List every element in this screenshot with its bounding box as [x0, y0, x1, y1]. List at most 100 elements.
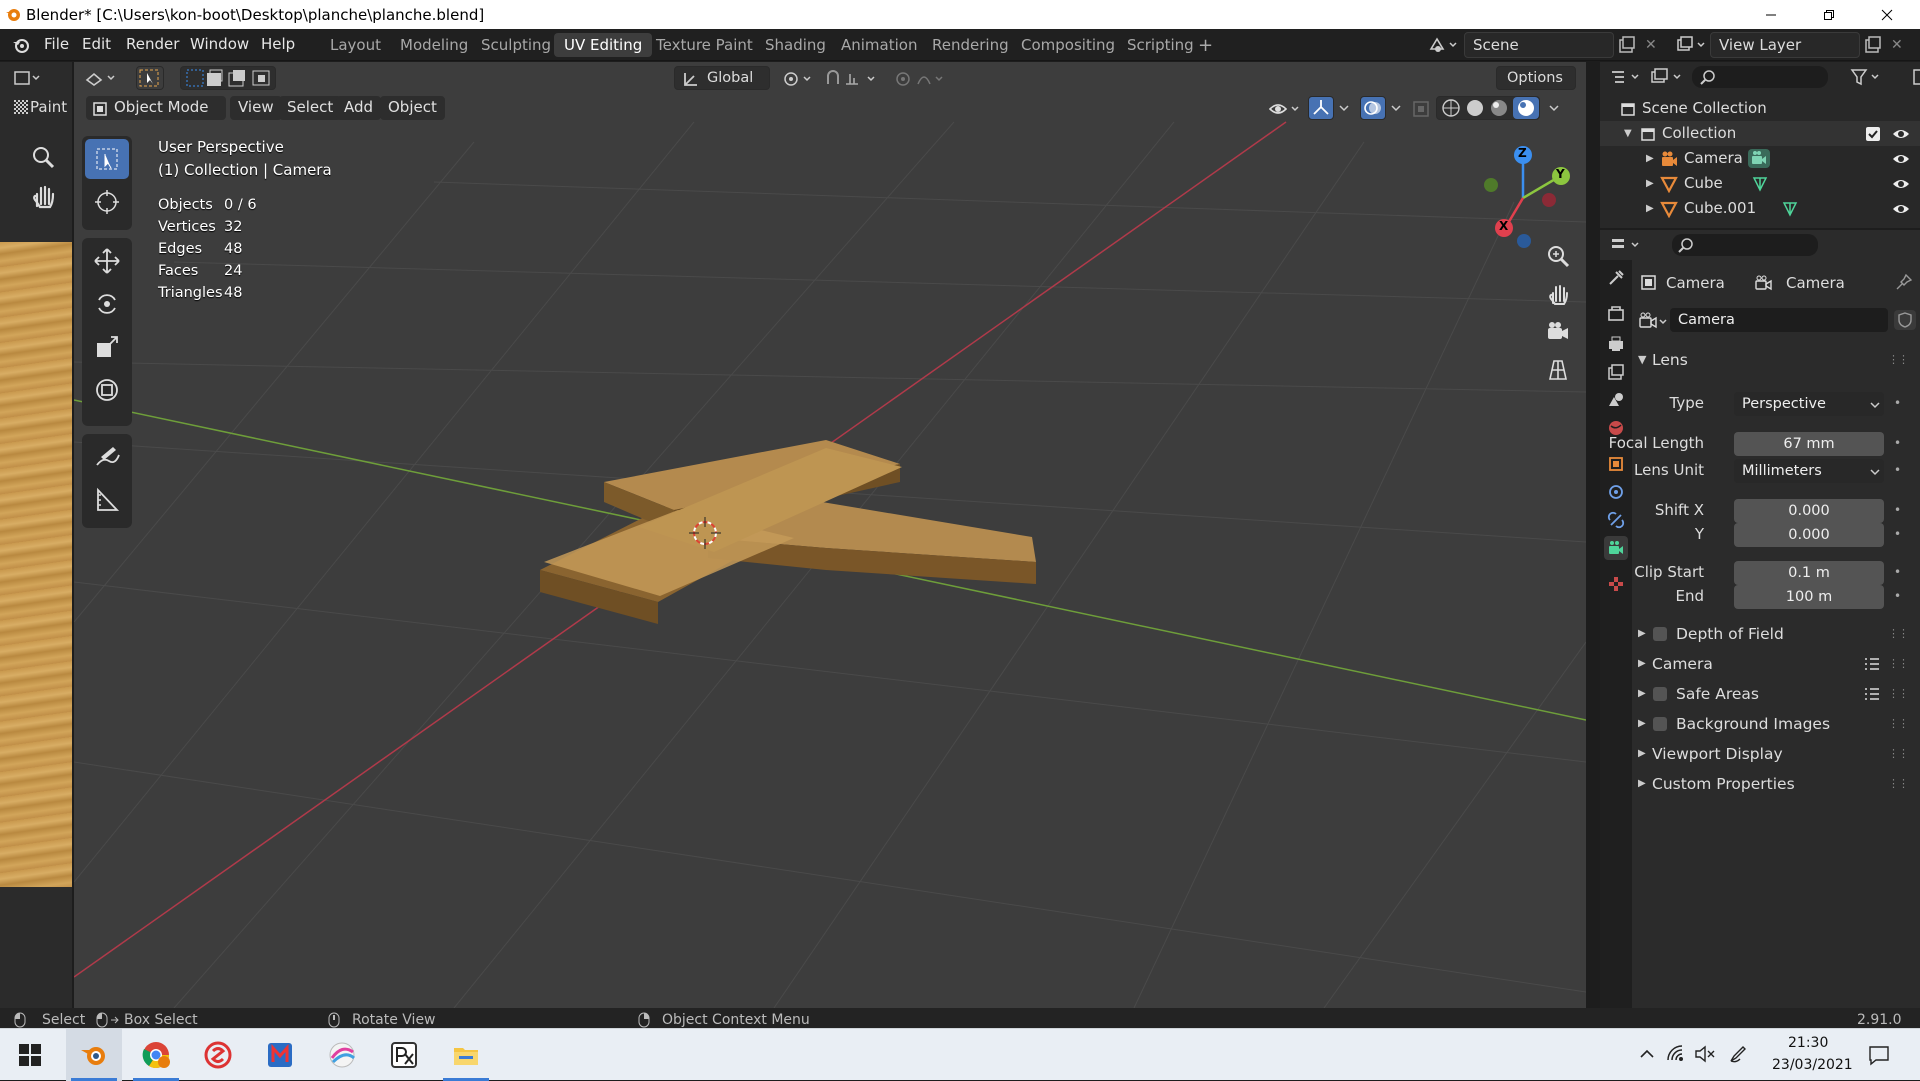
scene-icon[interactable]	[1428, 35, 1458, 55]
keyframe-dot-icon[interactable]: •	[1894, 503, 1901, 517]
drag-handle-icon[interactable]: ⋮⋮	[1888, 651, 1909, 677]
delete-scene-icon[interactable]: ✕	[1645, 37, 1657, 53]
gizmo-dropdown-icon[interactable]	[1338, 102, 1350, 114]
drag-handle-icon[interactable]: ⋮⋮	[1888, 771, 1909, 797]
drag-handle-icon[interactable]: ⋮⋮	[1888, 711, 1909, 737]
expand-arrow-icon[interactable]: ▶	[1646, 171, 1654, 196]
pin-icon[interactable]	[1896, 274, 1912, 290]
clock-date[interactable]: 23/03/2021	[1772, 1057, 1853, 1073]
menu-object[interactable]: Object	[380, 96, 445, 120]
physics-tab-icon[interactable]	[1604, 480, 1628, 504]
drag-handle-icon[interactable]: ⋮⋮	[1888, 347, 1909, 373]
pen-icon[interactable]	[1728, 1044, 1748, 1064]
visibility-eye-icon[interactable]	[1268, 99, 1302, 119]
outliner-search-input[interactable]	[1692, 66, 1828, 88]
drag-handle-icon[interactable]: ⋮⋮	[1888, 681, 1909, 707]
visibility-eye-icon[interactable]	[1892, 152, 1910, 166]
scale-tool[interactable]	[85, 327, 129, 367]
expand-arrow-icon[interactable]: ▶	[1646, 146, 1654, 171]
options-dropdown[interactable]: Options	[1496, 66, 1576, 90]
new-view-layer-icon[interactable]	[1864, 36, 1882, 54]
texture-tab-icon[interactable]	[1604, 572, 1628, 596]
taskbar-file-explorer-icon[interactable]	[438, 1029, 494, 1081]
paint-mode-icon[interactable]	[14, 100, 28, 114]
shading-mode-group[interactable]	[1436, 96, 1540, 120]
lens-unit-dropdown[interactable]: Millimeters	[1734, 459, 1884, 483]
tab-sculpting[interactable]: Sculpting	[471, 33, 561, 57]
pan-hand-icon[interactable]	[1540, 276, 1576, 312]
menu-window[interactable]: Window	[190, 35, 249, 53]
new-collection-icon[interactable]	[1912, 68, 1920, 86]
mesh-data-icon[interactable]	[1752, 175, 1768, 193]
tab-shading[interactable]: Shading	[755, 33, 836, 57]
datablock-browse-icon[interactable]	[1638, 310, 1670, 330]
menu-render[interactable]: Render	[126, 35, 179, 53]
mesh-data-icon[interactable]	[1782, 200, 1798, 218]
expand-arrow-icon[interactable]: ▶	[1646, 196, 1654, 221]
lens-type-dropdown[interactable]: Perspective	[1734, 392, 1884, 416]
pivot-point-icon[interactable]	[782, 70, 816, 88]
keyframe-dot-icon[interactable]: •	[1894, 527, 1901, 541]
tab-texture-paint[interactable]: Texture Paint	[646, 33, 763, 57]
rotate-tool[interactable]	[85, 284, 129, 324]
tab-animation[interactable]: Animation	[831, 33, 927, 57]
gizmo-toggle-button[interactable]	[1308, 96, 1334, 120]
paint-mode-label[interactable]: Paint	[30, 98, 67, 116]
proportional-edit-icon[interactable]	[894, 70, 944, 88]
menu-add[interactable]: Add	[336, 96, 382, 120]
scene-field[interactable]: Scene	[1464, 32, 1614, 58]
output-tab-icon[interactable]	[1604, 332, 1628, 356]
navigation-gizmo[interactable]: Z Y X	[1474, 142, 1584, 252]
keyframe-dot-icon[interactable]: •	[1894, 436, 1901, 450]
outliner-row-scene-collection[interactable]: Scene Collection	[1600, 96, 1920, 121]
tab-rendering[interactable]: Rendering	[922, 33, 1019, 57]
outliner-row-camera[interactable]: ▶ Camera	[1600, 146, 1920, 171]
tab-compositing[interactable]: Compositing	[1011, 33, 1125, 57]
shift-x-field[interactable]: 0.000	[1734, 499, 1884, 523]
taskbar-red-app-icon[interactable]	[190, 1029, 246, 1081]
properties-search-input[interactable]	[1672, 234, 1818, 256]
menu-file[interactable]: File	[44, 35, 69, 53]
clip-start-field[interactable]: 0.1 m	[1734, 561, 1884, 585]
transform-tool[interactable]	[85, 370, 129, 410]
background-images-panel[interactable]: ▶ Background Images ⋮⋮	[1636, 711, 1909, 737]
camera-datablock-field[interactable]: Camera	[1670, 308, 1888, 332]
panel-checkbox[interactable]	[1653, 627, 1667, 641]
tab-scripting[interactable]: Scripting	[1117, 33, 1204, 57]
pan-hand-icon[interactable]	[28, 180, 58, 210]
perspective-toggle-icon[interactable]	[1540, 352, 1576, 388]
lens-panel-header[interactable]: ▼ Lens ⋮⋮	[1636, 347, 1909, 373]
presets-list-icon[interactable]	[1864, 687, 1880, 701]
tweak-tool-button[interactable]	[136, 66, 164, 90]
restore-button[interactable]	[1800, 0, 1858, 29]
keyframe-dot-icon[interactable]: •	[1894, 463, 1901, 477]
constraints-tab-icon[interactable]	[1604, 508, 1628, 532]
view-layer-icon[interactable]	[1674, 35, 1706, 55]
panel-checkbox[interactable]	[1653, 687, 1667, 701]
tab-modeling[interactable]: Modeling	[390, 33, 478, 57]
editor-type-icon[interactable]	[84, 68, 118, 88]
scene-tab-icon[interactable]	[1604, 388, 1628, 412]
shading-dropdown-icon[interactable]	[1548, 102, 1560, 114]
selection-mode-group[interactable]	[180, 66, 276, 90]
outliner-row-cube-001[interactable]: ▶ Cube.001	[1600, 196, 1920, 221]
tab-uv-editing[interactable]: UV Editing	[554, 33, 653, 57]
visibility-eye-icon[interactable]	[1892, 202, 1910, 216]
camera-panel[interactable]: ▶ Camera ⋮⋮	[1636, 651, 1909, 677]
custom-properties-panel[interactable]: ▶ Custom Properties ⋮⋮	[1636, 771, 1909, 797]
notifications-icon[interactable]	[1868, 1044, 1890, 1066]
outliner-filter-mode-icon[interactable]	[1650, 68, 1686, 86]
editor-type-icon[interactable]	[14, 70, 44, 86]
clock-time[interactable]: 21:30	[1788, 1035, 1828, 1051]
filter-icon[interactable]	[1850, 68, 1884, 86]
display-mode-icon[interactable]	[1610, 68, 1644, 86]
chevron-up-icon[interactable]	[1638, 1045, 1656, 1063]
camera-data-tab-icon[interactable]	[1604, 536, 1628, 560]
drag-handle-icon[interactable]: ⋮⋮	[1888, 741, 1909, 767]
menu-help[interactable]: Help	[261, 35, 295, 53]
snap-icon[interactable]	[824, 70, 886, 88]
taskbar-px-app-icon[interactable]	[376, 1029, 432, 1081]
keyframe-dot-icon[interactable]: •	[1894, 396, 1901, 410]
annotate-tool[interactable]	[85, 437, 129, 477]
taskbar-sphere-app-icon[interactable]	[314, 1029, 370, 1081]
